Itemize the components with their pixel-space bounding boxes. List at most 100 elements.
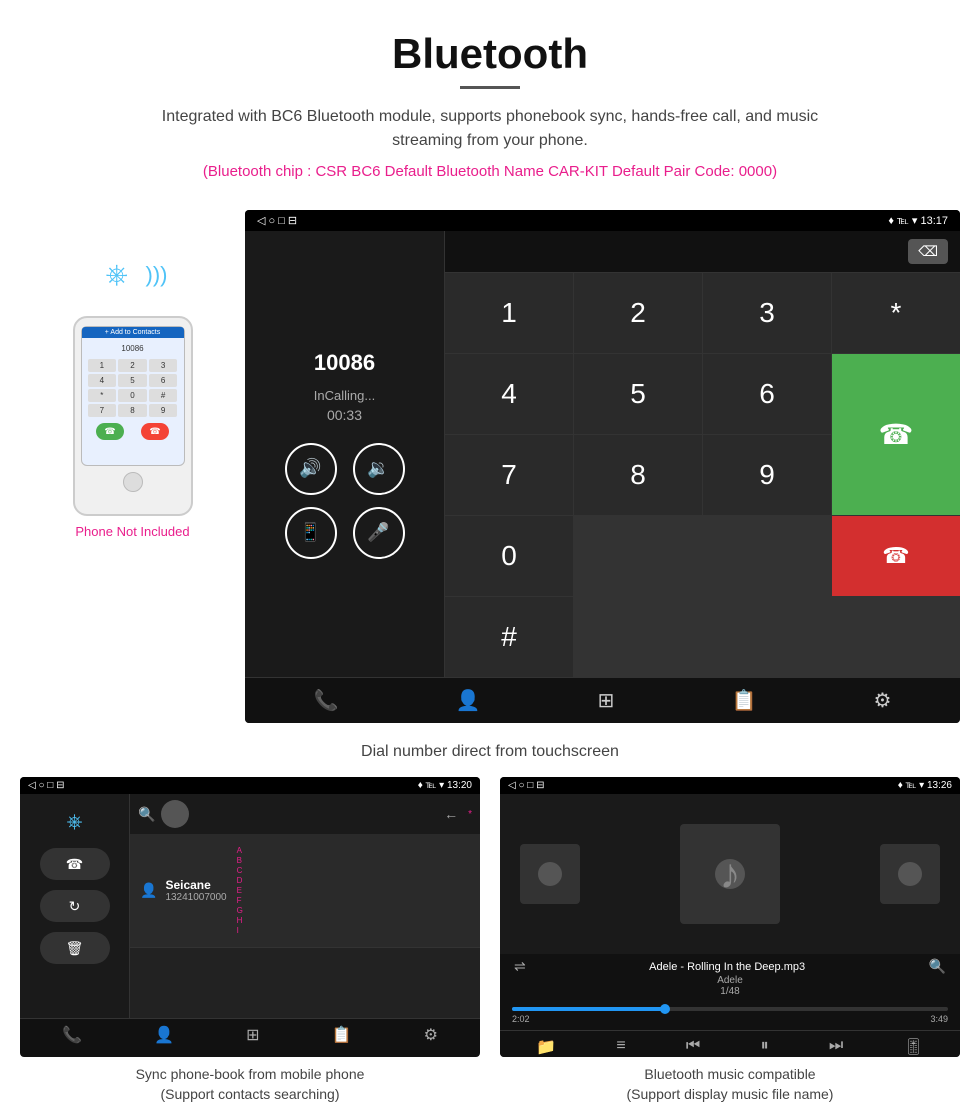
pb-alpha-b: B [237, 856, 243, 865]
dial-1[interactable]: 1 [88, 359, 117, 372]
music-album-disc-2 [898, 862, 922, 886]
mute-button[interactable]: 🎤 [353, 507, 405, 559]
music-search-icon[interactable]: 🔍 [929, 958, 946, 975]
dial-5[interactable]: 5 [118, 374, 147, 387]
phonebook-caption: Sync phone-book from mobile phone (Suppo… [20, 1057, 480, 1104]
pb-nav-export-icon[interactable]: 📋 [332, 1025, 352, 1045]
music-progress-bar[interactable] [512, 1007, 948, 1011]
pb-statusbar-right: ♦ ℡ ▾ 13:20 [418, 780, 472, 791]
music-body: ♪ ♪ ♪ [500, 794, 960, 954]
dial-4[interactable]: 4 [88, 374, 117, 387]
dialpad-hangup-button[interactable]: ☎ [832, 516, 960, 596]
music-prev-icon[interactable]: ⏮ [686, 1037, 700, 1057]
main-screen-navbar: 📞 👤 ⊞ 📋 ⚙ [245, 677, 960, 723]
dialpad-key-3[interactable]: 3 [703, 273, 831, 353]
nav-contact-icon[interactable]: 👤 [456, 688, 481, 713]
main-statusbar: ◁ ○ □ ⊟ ♦ ℡ ▾ 13:17 [245, 210, 960, 231]
dialpad-key-hash[interactable]: # [445, 597, 573, 677]
dialpad-key-1[interactable]: 1 [445, 273, 573, 353]
dial-8b[interactable]: 8 [118, 404, 147, 417]
phone-hangup-button[interactable]: ☎ [141, 423, 168, 440]
phonebook-item: ◁ ○ □ ⊟ ♦ ℡ ▾ 13:20 ⎈ ☎ ↻ 🗑 🔍 [20, 777, 480, 1104]
volume-up-button[interactable]: 🔊 [285, 443, 337, 495]
pb-nav-settings-icon[interactable]: ⚙ [424, 1025, 438, 1045]
music-caption-line1: Bluetooth music compatible [504, 1065, 956, 1085]
dial-7b[interactable]: 7 [88, 404, 117, 417]
phone-illustration: ⎈ ))) + Add to Contacts 10086 1 2 3 4 5 … [20, 210, 245, 539]
nav-transfer-icon[interactable]: 📋 [731, 688, 756, 713]
dial-6[interactable]: 6 [149, 374, 178, 387]
music-playlist-icon[interactable]: ≡ [616, 1037, 625, 1057]
music-next-icon[interactable]: ⏭ [829, 1037, 843, 1057]
pb-delete-icon[interactable]: 🗑 [40, 932, 110, 964]
music-caption-line2: (Support display music file name) [504, 1085, 956, 1105]
dialpad-key-9[interactable]: 9 [703, 435, 831, 515]
dial-2[interactable]: 2 [118, 359, 147, 372]
dialpad-key-2[interactable]: 2 [574, 273, 702, 353]
statusbar-status-icons: ♦ ℡ ▾ 13:17 [888, 214, 948, 227]
dialpad-call-button[interactable]: ☎ [832, 354, 960, 515]
pb-call-icon[interactable]: ☎ [40, 848, 110, 880]
pb-refresh-icon[interactable]: ↻ [40, 890, 110, 922]
phone-home-button[interactable] [123, 472, 143, 492]
dialpad-key-6[interactable]: 6 [703, 354, 831, 434]
statusbar-nav-icons: ◁ ○ □ ⊟ [257, 214, 297, 227]
dialpad-key-7[interactable]: 7 [445, 435, 573, 515]
phone-device: + Add to Contacts 10086 1 2 3 4 5 6 * 0 … [73, 316, 193, 516]
music-eq-icon[interactable]: 🎚 [904, 1037, 924, 1057]
dial-7[interactable]: * [88, 389, 117, 402]
pb-contact-info: Seicane 13241007000 [165, 878, 226, 903]
pb-nav-phone-icon[interactable]: 📞 [62, 1025, 82, 1045]
pb-alpha-i: I [237, 926, 243, 935]
music-statusbar: ◁ ○ □ ⊟ ♦ ℡ ▾ 13:26 [500, 777, 960, 794]
phone-call-buttons: ☎ ☎ [88, 423, 178, 440]
pb-bluetooth-icon[interactable]: ⎈ [40, 806, 110, 838]
dialpad-panel: ⌫ 1 2 3 * 4 5 6 ☎ 7 8 9 [445, 231, 960, 677]
call-controls-row-1: 🔊 🔉 [285, 443, 405, 495]
pb-contact-item[interactable]: 👤 Seicane 13241007000 A B C D E [130, 834, 480, 948]
page-description: Integrated with BC6 Bluetooth module, su… [140, 105, 840, 153]
pb-nav-grid-icon[interactable]: ⊞ [246, 1025, 259, 1045]
nav-dialpad-icon[interactable]: ⊞ [598, 688, 615, 713]
pb-body: ⎈ ☎ ↻ 🗑 🔍 ← * 👤 [20, 794, 480, 1018]
call-controls-row-2: 📱 🎤 [285, 507, 405, 559]
dial-9b[interactable]: 9 [149, 404, 178, 417]
music-folder-icon[interactable]: 📁 [536, 1037, 556, 1057]
pb-backspace-icon[interactable]: ← [444, 806, 458, 822]
music-shuffle-icon[interactable]: ⇌ [514, 958, 526, 975]
music-item: ◁ ○ □ ⊟ ♦ ℡ ▾ 13:26 ♪ [500, 777, 960, 1104]
phone-answer-button[interactable]: ☎ [96, 423, 123, 440]
phone-screen: + Add to Contacts 10086 1 2 3 4 5 6 * 0 … [81, 326, 185, 466]
dialpad-key-0[interactable]: 0 [445, 516, 573, 596]
pb-nav-contact-icon[interactable]: 👤 [154, 1025, 174, 1045]
pb-main: 🔍 ← * 👤 Seicane 13241007000 [130, 794, 480, 1018]
dialpad-key-star[interactable]: * [832, 273, 960, 353]
dial-8[interactable]: 0 [118, 389, 147, 402]
dialpad-key-8[interactable]: 8 [574, 435, 702, 515]
dial-9[interactable]: # [149, 389, 178, 402]
transfer-button[interactable]: 📱 [285, 507, 337, 559]
music-play-pause-icon[interactable]: ⏸ [761, 1037, 769, 1057]
dialpad-backspace-button[interactable]: ⌫ [908, 239, 948, 264]
pb-alpha-h: H [237, 916, 243, 925]
bluetooth-icon-area: ⎈ ))) [98, 240, 168, 310]
pb-search-icon: 🔍 [138, 806, 155, 823]
main-screen-caption: Dial number direct from touchscreen [20, 733, 960, 777]
dial-3[interactable]: 3 [149, 359, 178, 372]
music-album-main: ♪ [680, 824, 780, 924]
page-header: Bluetooth Integrated with BC6 Bluetooth … [0, 0, 980, 210]
phonebook-screen: ◁ ○ □ ⊟ ♦ ℡ ▾ 13:20 ⎈ ☎ ↻ 🗑 🔍 [20, 777, 480, 1057]
music-statusbar-left: ◁ ○ □ ⊟ [508, 780, 544, 791]
music-album-small-2: ♪ [880, 844, 940, 904]
volume-down-button[interactable]: 🔉 [353, 443, 405, 495]
dialpad-key-4[interactable]: 4 [445, 354, 573, 434]
music-track-info: 1/48 [510, 986, 950, 997]
top-section: ⎈ ))) + Add to Contacts 10086 1 2 3 4 5 … [20, 210, 960, 723]
nav-phone-icon[interactable]: 📞 [314, 688, 339, 713]
phone-dialpad: 1 2 3 4 5 6 * 0 # 7 8 9 [88, 359, 178, 417]
nav-settings-icon[interactable]: ⚙ [873, 688, 891, 713]
call-controls: 🔊 🔉 📱 🎤 [285, 443, 405, 559]
music-screen: ◁ ○ □ ⊟ ♦ ℡ ▾ 13:26 ♪ [500, 777, 960, 1057]
bluetooth-symbol-icon: ⎈ [106, 259, 128, 292]
dialpad-key-5[interactable]: 5 [574, 354, 702, 434]
